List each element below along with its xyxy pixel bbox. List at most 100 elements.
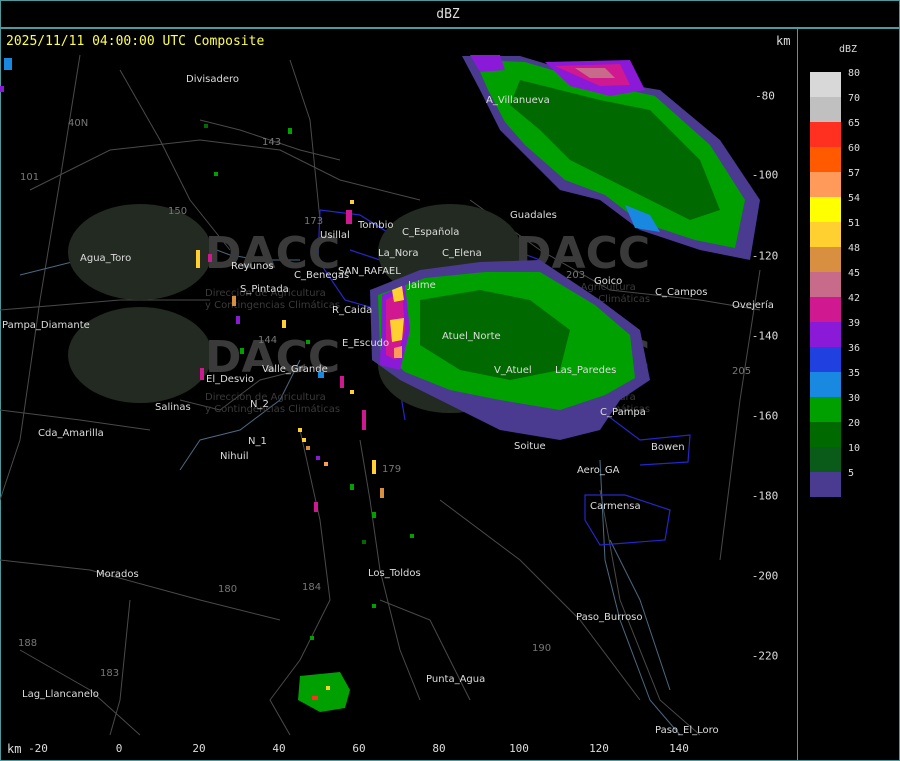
legend-label: 54	[848, 193, 861, 204]
watermark-subtitle: y Contingencias Climáticas	[205, 299, 340, 311]
place-label: A_Villanueva	[486, 95, 550, 106]
y-tick: -120	[751, 249, 779, 263]
legend-swatch	[810, 197, 841, 222]
radar-map[interactable]: DACC DACC DACC DACC Dirección de Agricul…	[0, 28, 797, 761]
y-axis-unit: km	[776, 34, 791, 48]
legend-label: 35	[848, 368, 861, 379]
place-label: C_Pampa	[600, 407, 646, 418]
place-label: Bowen	[651, 442, 685, 453]
x-tick: 60	[352, 742, 366, 755]
y-tick: -80	[755, 89, 775, 103]
legend-swatch	[810, 172, 841, 197]
route-label: 144	[258, 335, 277, 346]
place-label: Valle_Grande	[262, 364, 328, 375]
legend-title: dBZ	[839, 44, 858, 55]
place-label: Ovejería	[732, 299, 774, 311]
legend-swatch	[810, 97, 841, 122]
y-tick: -140	[751, 329, 779, 343]
legend-label: 45	[848, 268, 861, 279]
x-tick: 0	[115, 742, 123, 755]
y-tick: -200	[751, 569, 779, 583]
place-label: Morados	[96, 569, 139, 580]
legend-label: 10	[848, 443, 861, 454]
legend-swatch	[810, 422, 841, 447]
route-label: 173	[304, 216, 323, 227]
place-label: N_1	[248, 436, 267, 447]
legend-swatch	[810, 447, 841, 472]
legend-label: 30	[848, 393, 861, 404]
legend-swatch	[810, 272, 841, 297]
place-label: C_Campos	[655, 287, 708, 298]
route-label: 184	[302, 582, 321, 593]
legend-label: 39	[848, 318, 861, 329]
route-label: 203	[566, 270, 585, 281]
route-label: 183	[100, 668, 119, 679]
legend-swatch	[810, 247, 841, 272]
x-tick: 140	[669, 742, 689, 755]
place-label: La_Nora	[378, 248, 419, 259]
x-tick: 80	[432, 742, 446, 755]
place-label: Pampa_Diamante	[2, 320, 90, 331]
legend-label: 42	[848, 293, 861, 304]
product-label: dBZ	[436, 7, 460, 22]
route-label: 188	[18, 638, 37, 649]
place-label: Atuel_Norte	[442, 331, 501, 342]
legend-label: 20	[848, 418, 861, 429]
place-label: N_2	[250, 399, 269, 410]
legend-swatch	[810, 347, 841, 372]
place-label: Soitue	[514, 441, 546, 452]
y-tick: -220	[751, 649, 779, 663]
route-label: 179	[382, 464, 401, 475]
place-label: R_Caida	[332, 305, 372, 316]
legend-swatch	[810, 147, 841, 172]
legend-swatch	[810, 472, 841, 497]
place-label: Las_Paredes	[555, 365, 616, 376]
y-tick: -100	[751, 168, 779, 182]
place-label: Carmensa	[590, 501, 641, 512]
x-tick: 120	[589, 742, 609, 755]
place-label: Jaime	[407, 280, 436, 291]
place-label: Divisadero	[186, 74, 239, 85]
x-axis-unit: km	[7, 742, 22, 756]
place-label: Tombio	[357, 220, 394, 231]
place-label: S_Pintada	[240, 284, 289, 295]
place-label: El_Desvio	[206, 374, 254, 385]
place-label: Nihuil	[220, 451, 249, 462]
legend-label: 48	[848, 243, 861, 254]
place-label: Salinas	[155, 402, 191, 413]
place-label: Paso_Burroso	[576, 612, 643, 623]
x-tick: -20	[28, 742, 48, 755]
y-tick: -180	[751, 489, 779, 503]
place-label: Guadales	[510, 210, 557, 221]
place-label: Cda_Amarilla	[38, 428, 104, 439]
legend-label: 51	[848, 218, 861, 229]
legend-swatch	[810, 72, 841, 97]
place-label: Usillal	[320, 230, 350, 241]
place-label: Reyunos	[231, 261, 274, 272]
place-label: C_Española	[402, 227, 459, 238]
place-label: Los_Toldos	[368, 568, 421, 579]
route-label: 101	[20, 172, 39, 183]
legend-label: 5	[848, 468, 855, 479]
x-tick: 100	[509, 742, 529, 755]
radar-echo-scattered	[0, 58, 414, 712]
route-label: 143	[262, 137, 281, 148]
legend-swatch	[810, 122, 841, 147]
place-label: E_Escudo	[342, 338, 389, 349]
legend-label: 36	[848, 343, 861, 354]
route-label: 205	[732, 366, 751, 377]
legend-label: 80	[848, 68, 861, 79]
legend-swatch	[810, 297, 841, 322]
legend-swatch	[810, 372, 841, 397]
legend-label: 70	[848, 93, 861, 104]
place-label: V_Atuel	[494, 365, 532, 376]
route-label: 180	[218, 584, 237, 595]
legend-swatch	[810, 222, 841, 247]
route-label: 40N	[68, 118, 88, 129]
place-label: SAN_RAFAEL	[338, 266, 401, 277]
place-label: Paso_El_Loro	[655, 725, 719, 736]
place-label: C_Elena	[442, 248, 482, 259]
place-label: Punta_Agua	[426, 674, 485, 685]
legend-label: 57	[848, 168, 861, 179]
x-tick: 40	[272, 742, 286, 755]
